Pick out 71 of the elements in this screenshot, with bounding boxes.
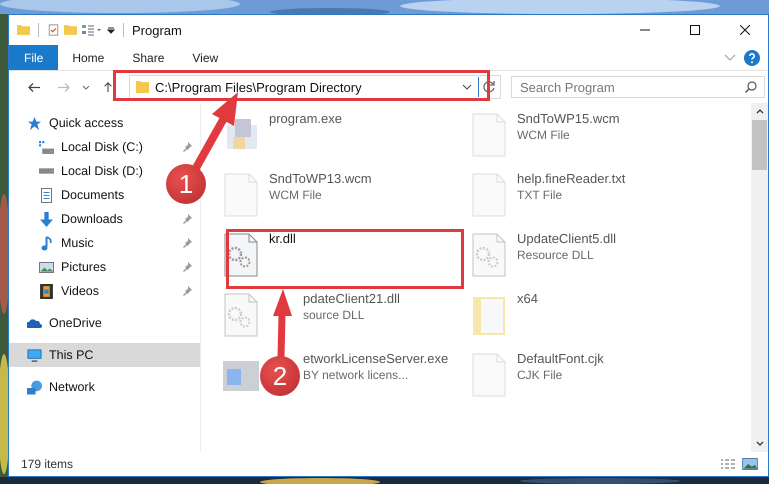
details-view-icon[interactable] <box>720 458 736 470</box>
search-icon <box>745 81 757 93</box>
nav-item[interactable]: Videos <box>61 284 99 298</box>
nav-item[interactable]: Quick access <box>49 116 124 130</box>
nav-item[interactable]: Documents <box>61 188 124 202</box>
address-path: C:\Program Files\Program Directory <box>155 80 363 94</box>
network-icon <box>27 380 42 394</box>
file-name[interactable]: pdateClient21.dll <box>303 291 400 306</box>
pin-icon[interactable] <box>182 142 192 152</box>
download-arrow-icon <box>39 212 54 226</box>
arrow <box>273 289 292 358</box>
nav-item[interactable]: Music <box>61 236 94 250</box>
file-type: TXT File <box>517 188 564 202</box>
chevron-icon[interactable] <box>724 54 736 62</box>
nav-item[interactable]: Pictures <box>61 260 106 274</box>
ribbon-tab[interactable]: Home <box>58 45 118 70</box>
help-icon[interactable] <box>744 50 760 66</box>
folder-icon <box>136 81 149 93</box>
star-icon <box>27 116 42 130</box>
address-bar[interactable]: C:\Program Files\Program Directory <box>129 75 501 99</box>
drive-icon <box>39 168 54 174</box>
file-name[interactable]: DefaultFont.cjk <box>517 351 604 366</box>
scroll-thumb[interactable] <box>752 120 767 170</box>
item-count: 179 items <box>21 457 74 471</box>
nav-item[interactable]: This PC <box>9 343 200 367</box>
file-name[interactable]: etworkLicenseServer.exe <box>303 351 448 366</box>
film-icon <box>39 284 54 298</box>
file-name[interactable]: SndToWP15.wcm <box>517 111 620 126</box>
file-name[interactable]: UpdateClient5.dll <box>517 231 616 246</box>
window-title: Program <box>132 22 182 38</box>
maximize-icon[interactable] <box>690 25 700 35</box>
caret-icon[interactable] <box>462 84 472 90</box>
file-type: source DLL <box>303 308 366 322</box>
nav-item[interactable]: Local Disk (D:) <box>61 164 143 178</box>
close-icon[interactable] <box>740 25 750 35</box>
pin-icon[interactable] <box>182 262 192 272</box>
properties-icon[interactable] <box>47 24 60 36</box>
scroll-down-icon[interactable] <box>756 441 764 446</box>
nav-item[interactable]: OneDrive <box>49 316 102 330</box>
back-arrow-icon[interactable] <box>27 82 41 92</box>
pin-icon[interactable] <box>182 238 192 248</box>
pin-icon[interactable] <box>182 214 192 224</box>
ribbon-tab[interactable]: Share <box>118 45 178 70</box>
file-name[interactable]: kr.dll <box>269 231 296 246</box>
caret-icon[interactable] <box>82 84 90 90</box>
file-type: WCM File <box>517 128 571 142</box>
ribbon-tab[interactable]: View <box>178 45 232 70</box>
nav-item[interactable]: Downloads <box>61 212 123 226</box>
refresh-icon[interactable] <box>483 80 495 94</box>
file-name[interactable]: x64 <box>517 291 538 306</box>
nav-item[interactable]: Local Disk (C:) <box>61 140 143 154</box>
monitor-icon <box>27 348 42 362</box>
file-type: WCM File <box>269 188 323 202</box>
file-name[interactable]: program.exe <box>269 111 342 126</box>
pin-icon[interactable] <box>182 286 192 296</box>
view-options-icon[interactable] <box>81 23 103 37</box>
drive-icon <box>39 140 54 154</box>
nav-item[interactable]: Network <box>49 380 95 394</box>
file-name[interactable]: help.fineReader.txt <box>517 171 626 186</box>
file-type: CJK File <box>517 368 564 382</box>
file-type: Resource DLL <box>517 248 595 262</box>
dropdown-icon[interactable] <box>107 26 115 34</box>
document-icon <box>39 188 54 202</box>
music-note-icon <box>39 236 54 250</box>
scrollbar[interactable] <box>751 103 768 452</box>
file-name[interactable]: SndToWP13.wcm <box>269 171 372 186</box>
picture-frame-icon <box>39 260 54 274</box>
large-icons-view-icon[interactable] <box>742 458 758 470</box>
scroll-up-icon[interactable] <box>756 109 764 114</box>
search-field[interactable]: Search Program <box>511 76 765 98</box>
file-type: BY network licens... <box>303 368 410 382</box>
